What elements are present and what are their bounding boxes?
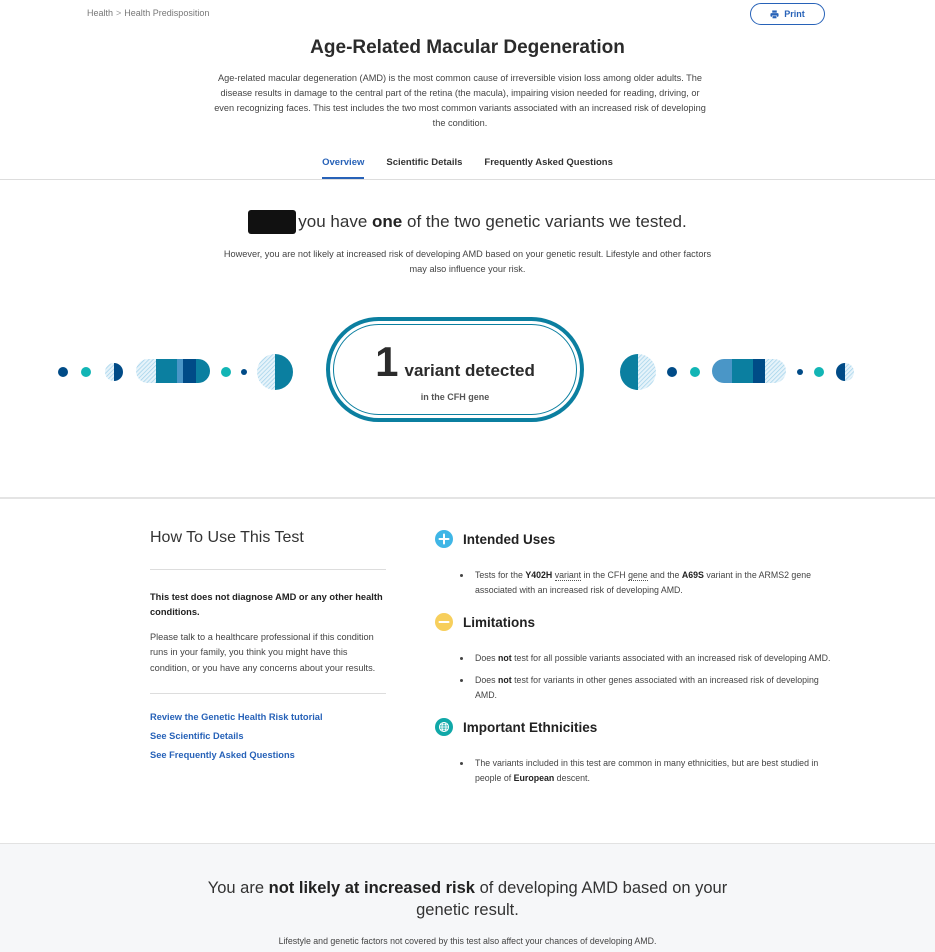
list-item: The variants included in this test are c… (460, 756, 835, 786)
test-info-panel: Intended Uses Tests for the Y402H varian… (435, 530, 835, 801)
breadcrumb-health-predisposition[interactable]: Health Predisposition (124, 8, 209, 18)
minus-circle-icon (435, 613, 453, 631)
tabs-divider (0, 179, 935, 180)
breadcrumb-health[interactable]: Health (87, 8, 113, 18)
risk-summary-subtext: Lifestyle and genetic factors not covere… (278, 936, 657, 946)
dot-navy-small-2 (797, 369, 803, 375)
result-headline: you have one of the two genetic variants… (0, 210, 935, 234)
half-circle-small-right (836, 363, 854, 381)
dot-aqua-4 (814, 367, 824, 377)
disclaimer-bold: This test does not diagnose AMD or any o… (150, 592, 383, 617)
half-circle-small-left (105, 363, 123, 381)
capsule-right (712, 359, 786, 383)
divider (150, 569, 386, 570)
limitations-section: Limitations Does not test for all possib… (435, 613, 835, 703)
headline-pre: you have (298, 212, 373, 231)
intended-uses-title: Intended Uses (463, 531, 556, 547)
divider (150, 692, 386, 694)
dot-aqua-3 (690, 367, 700, 377)
page-intro: Age-related macular degeneration (AMD) i… (214, 73, 706, 128)
tab-bar: Overview Scientific Details Frequently A… (0, 157, 935, 179)
limitations-title: Limitations (463, 614, 536, 630)
headline-post: of the two genetic variants we tested. (402, 212, 687, 231)
variant-count: 1 (375, 337, 399, 385)
variant-label: variant detected (404, 360, 535, 380)
ethnicities-section: Important Ethnicities The variants inclu… (435, 718, 835, 786)
list-item: Does not test for variants in other gene… (460, 673, 835, 703)
list-item: Does not test for all possible variants … (460, 651, 835, 666)
variant-result-pill: 1 variant detected in the CFH gene (326, 317, 584, 422)
tab-faq[interactable]: Frequently Asked Questions (484, 157, 612, 179)
ethnicities-title: Important Ethnicities (463, 719, 598, 735)
breadcrumb: Health > Health Predisposition (87, 8, 209, 18)
how-to-use-panel: How To Use This Test This test does not … (150, 529, 386, 769)
tab-overview[interactable]: Overview (322, 157, 365, 179)
globe-icon (435, 718, 453, 736)
gene-tooltip-term[interactable]: gene (628, 570, 648, 581)
dot-navy-small (241, 369, 247, 375)
variant-visualization: 1 variant detected in the CFH gene (0, 317, 935, 427)
tab-scientific-details[interactable]: Scientific Details (386, 157, 462, 179)
headline-bold: one (372, 212, 403, 231)
faq-link[interactable]: See Frequently Asked Questions (150, 750, 386, 760)
variant-tooltip-term[interactable]: variant (554, 570, 582, 581)
plus-circle-icon (435, 530, 453, 548)
list-item: Tests for the Y402H variant in the CFH g… (460, 568, 835, 598)
printer-icon (770, 9, 779, 19)
dot-navy-3 (667, 367, 677, 377)
print-button[interactable]: Print (750, 3, 825, 25)
scientific-details-link[interactable]: See Scientific Details (150, 731, 386, 741)
page-title: Age-Related Macular Degeneration (310, 37, 625, 58)
how-to-use-title: How To Use This Test (150, 529, 304, 546)
half-circle-large-right (620, 354, 656, 390)
risk-summary-title: You are not likely at increased risk of … (207, 879, 732, 919)
redacted-name (248, 210, 297, 234)
section-divider (0, 497, 935, 499)
capsule-left (136, 359, 210, 383)
print-label: Print (784, 9, 805, 19)
dot-navy (58, 367, 68, 377)
disclaimer-text: Please talk to a healthcare professional… (150, 632, 376, 673)
dot-aqua (81, 367, 91, 377)
variant-gene: in the CFH gene (420, 391, 490, 402)
tutorial-link[interactable]: Review the Genetic Health Risk tutorial (150, 712, 386, 722)
intended-uses-section: Intended Uses Tests for the Y402H varian… (435, 530, 835, 598)
result-subtext: However, you are not likely at increased… (223, 249, 712, 274)
breadcrumb-separator: > (116, 8, 122, 18)
dot-aqua-2 (221, 367, 231, 377)
half-circle-large-left (257, 354, 293, 390)
risk-summary-section: You are not likely at increased risk of … (0, 843, 935, 952)
